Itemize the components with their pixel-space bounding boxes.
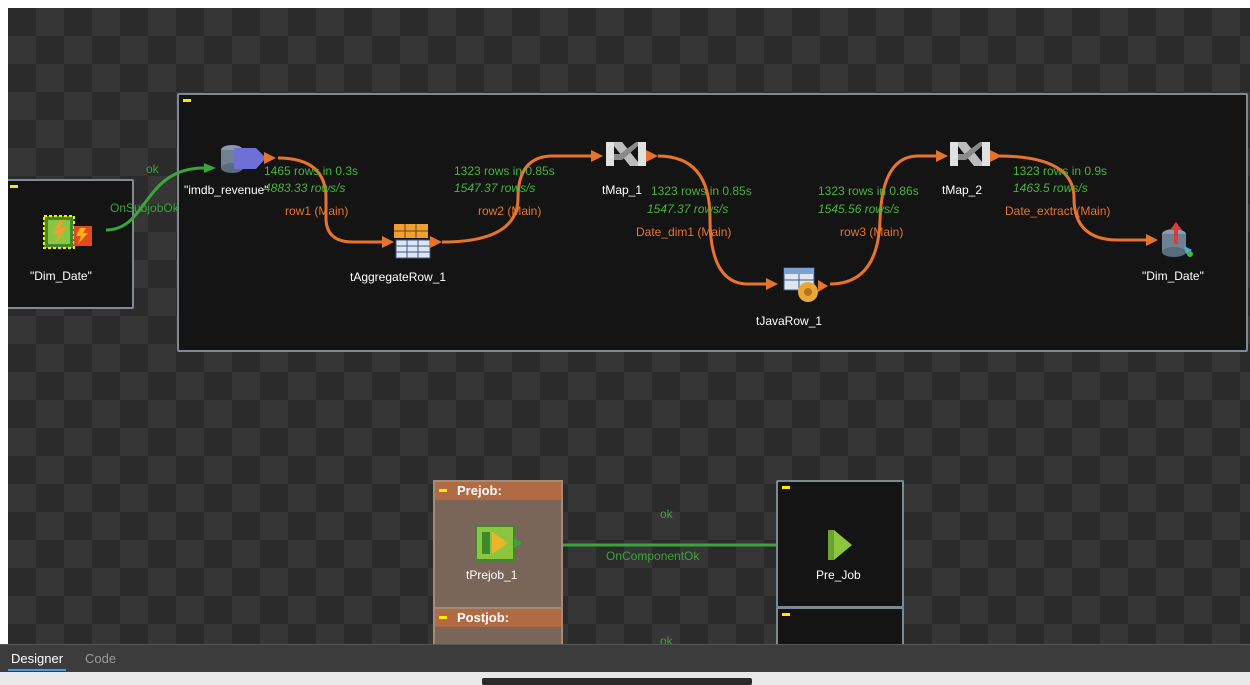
prejob-icon [475,525,522,561]
javarow-icon [783,267,828,302]
component-label-pre-job: Pre_Job [816,568,861,582]
database-output-icon [1162,222,1193,257]
collapse-toggle[interactable] [782,613,790,616]
editor-tab-bar: Designer Code [0,644,1250,673]
trigger-component[interactable] [42,214,96,257]
flow-stat-row3-rate: 1545.56 rows/s [818,202,900,216]
component-label-imdb-revenue: "imdb_revenue" [184,183,269,197]
tab-code[interactable]: Code [82,649,119,669]
flow-stat-date-dim1-rows: 1323 rows in 0.85s [651,184,752,198]
flow-row3 [829,154,938,286]
tmap-icon [606,142,658,166]
trigger-icon [43,215,92,249]
flow-label-row1: row1 (Main) [285,204,349,218]
prejob-header: Prejob: [435,482,561,500]
component-label-tmap2: tMap_2 [942,183,983,197]
collapse-toggle[interactable] [782,486,790,489]
aggregate-icon [394,224,442,259]
aggregate-component[interactable] [390,222,446,267]
component-label-dim-date-output: "Dim_Date" [1142,269,1204,283]
trigger-label-ok-prejob: ok [660,507,673,521]
trigger-arrowhead [204,163,216,173]
flow-label-date-dim1: Date_dim1 (Main) [636,225,732,239]
flow-stat-date-dim1-rate: 1547.37 rows/s [647,202,729,216]
component-label-dim-date: "Dim_Date" [30,269,92,283]
flow-stat-row2-rate: 1547.37 rows/s [454,181,536,195]
trigger-label-oncomponentok: OnComponentOk [606,549,700,563]
flow-label-row2: row2 (Main) [478,204,542,218]
flow-date-dim1 [657,154,768,286]
component-label-javarow: tJavaRow_1 [756,314,823,328]
flow-label-row3: row3 (Main) [840,225,904,239]
prejob-title: Prejob: [457,483,502,498]
flow-stat-date-extract-rate: 1463.5 rows/s [1013,181,1088,195]
tmap2-component[interactable] [948,136,1004,179]
play-arrow-icon [828,530,852,560]
collapse-toggle[interactable] [439,616,447,619]
collapse-toggle[interactable] [439,489,447,492]
postjob-title: Postjob: [457,610,509,625]
component-label-aggregate: tAggregateRow_1 [350,270,447,284]
tab-designer[interactable]: Designer [8,649,67,671]
flow-stat-date-extract-rows: 1323 rows in 0.9s [1013,164,1108,178]
flow-stat-row3-rows: 1323 rows in 0.86s [818,184,919,198]
trigger-label-onsubjobok: OnSubjobOk [110,201,179,215]
post-job-subjob[interactable] [776,607,904,644]
trigger-label-ok: ok [146,162,159,176]
postjob-header: Postjob: [435,609,561,627]
javarow-component[interactable] [774,266,830,311]
pre-job-component[interactable] [824,528,856,567]
tmap-icon [950,142,1002,166]
component-label-tmap1: tMap_1 [602,183,643,197]
flow-label-date-extract: Date_extract (Main) [1005,204,1111,218]
flow-stat-row2-rows: 1323 rows in 0.85s [454,164,555,178]
flow-stat-row1-rate: 4883.33 rows/s [264,181,346,195]
tmap1-component[interactable] [604,136,660,179]
job-designer-canvas[interactable]: "Dim_Date" ok OnSubjobOk "imdb_revenue" … [8,8,1250,644]
flow-stat-row1-rows: 1465 rows in 0.3s [264,164,359,178]
horizontal-scrollbar[interactable] [482,678,752,685]
trigger-connection-ok [105,166,205,232]
prejob-component[interactable] [474,524,524,569]
postjob-subjob[interactable]: Postjob: [433,607,563,644]
component-label-prejob: tPrejob_1 [466,568,518,582]
trigger-label-ok-postjob: ok [660,634,673,644]
db-output-component[interactable] [1158,220,1198,267]
